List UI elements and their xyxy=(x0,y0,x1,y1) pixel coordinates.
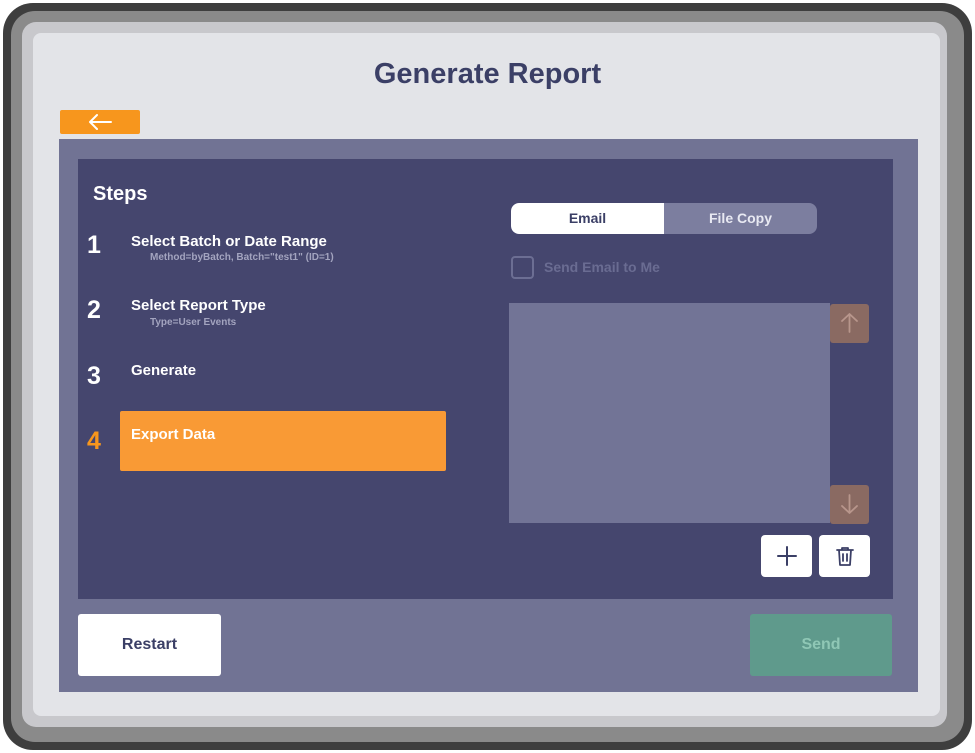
step-number-3: 3 xyxy=(87,362,101,390)
steps-heading: Steps xyxy=(93,183,148,205)
scroll-up-button[interactable] xyxy=(830,304,869,343)
tab-email[interactable]: Email xyxy=(511,203,664,234)
send-to-me-label: Send Email to Me xyxy=(544,259,660,275)
recipient-list[interactable] xyxy=(509,303,830,523)
delete-recipient-button[interactable] xyxy=(819,535,870,577)
plus-icon xyxy=(777,546,797,566)
step-label-3[interactable]: Generate xyxy=(131,362,196,379)
send-to-me-checkbox[interactable] xyxy=(511,256,534,279)
step-number-4: 4 xyxy=(87,427,101,455)
step-label-1[interactable]: Select Batch or Date Range xyxy=(131,233,327,250)
back-button[interactable] xyxy=(60,110,140,134)
trash-icon xyxy=(836,547,854,566)
page-title: Generate Report xyxy=(373,58,602,90)
scroll-down-button[interactable] xyxy=(830,485,869,524)
step-detail-2: Type=User Events xyxy=(150,317,237,328)
arrow-up-icon xyxy=(841,313,858,333)
arrow-down-icon xyxy=(841,494,858,514)
tab-file-copy[interactable]: File Copy xyxy=(664,203,817,234)
step-label-4: Export Data xyxy=(131,426,216,443)
restart-button[interactable]: Restart xyxy=(78,614,221,676)
step-label-2[interactable]: Select Report Type xyxy=(131,297,266,314)
export-mode-toggle: Email File Copy xyxy=(511,203,817,234)
send-button[interactable]: Send xyxy=(750,614,892,676)
arrow-left-icon xyxy=(89,114,112,130)
add-recipient-button[interactable] xyxy=(761,535,812,577)
step-detail-1: Method=byBatch, Batch="test1" (ID=1) xyxy=(150,252,334,263)
step-number-2: 2 xyxy=(87,296,101,324)
step-number-1: 1 xyxy=(87,231,101,259)
